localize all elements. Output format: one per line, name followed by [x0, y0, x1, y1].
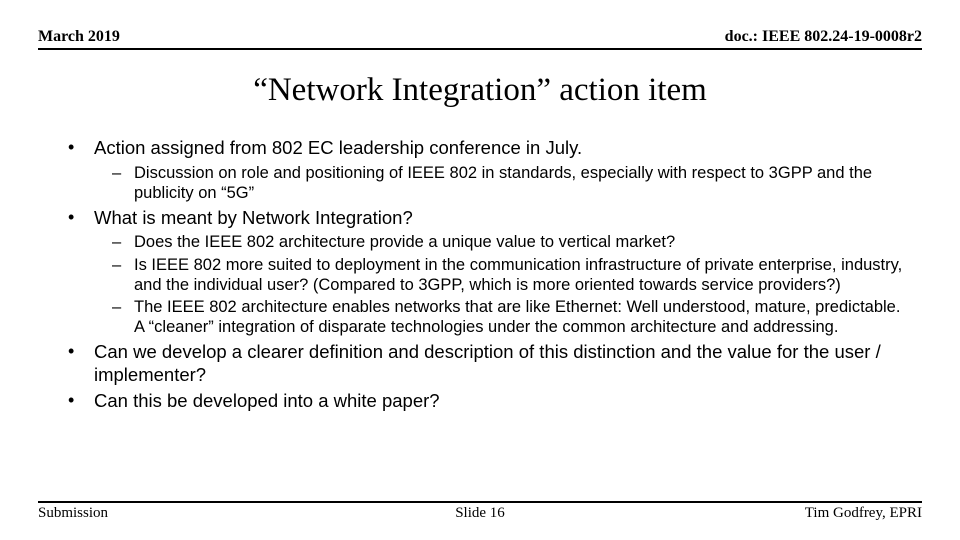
bullet-text: What is meant by Network Integration? [94, 207, 413, 228]
bullet-text: Can we develop a clearer definition and … [94, 341, 881, 385]
bullet-text: Action assigned from 802 EC leadership c… [94, 137, 582, 158]
header-bar: March 2019 doc.: IEEE 802.24-19-0008r2 [38, 28, 922, 50]
slide-title: “Network Integration” action item [38, 72, 922, 109]
footer-left: Submission [38, 505, 108, 522]
footer-author: Tim Godfrey, EPRI [805, 505, 922, 522]
bullet-item: What is meant by Network Integration? Do… [46, 207, 914, 337]
sub-bullet-list: Does the IEEE 802 architecture provide a… [94, 232, 914, 337]
sub-bullet-item: Is IEEE 802 more suited to deployment in… [94, 255, 914, 295]
sub-bullet-item: The IEEE 802 architecture enables networ… [94, 297, 914, 337]
bullet-item: Can this be developed into a white paper… [46, 390, 914, 413]
bullet-text: Can this be developed into a white paper… [94, 390, 440, 411]
slide: March 2019 doc.: IEEE 802.24-19-0008r2 “… [0, 0, 960, 540]
sub-bullet-item: Does the IEEE 802 architecture provide a… [94, 232, 914, 252]
bullet-item: Action assigned from 802 EC leadership c… [46, 137, 914, 203]
header-doc-id: doc.: IEEE 802.24-19-0008r2 [725, 28, 922, 46]
sub-bullet-list: Discussion on role and positioning of IE… [94, 163, 914, 203]
bullet-list: Action assigned from 802 EC leadership c… [46, 137, 914, 413]
footer-slide-number: Slide 16 [455, 505, 505, 522]
header-date: March 2019 [38, 28, 120, 46]
footer-bar: Submission Slide 16 Tim Godfrey, EPRI [38, 501, 922, 522]
sub-bullet-item: Discussion on role and positioning of IE… [94, 163, 914, 203]
bullet-item: Can we develop a clearer definition and … [46, 341, 914, 386]
body-content: Action assigned from 802 EC leadership c… [38, 137, 922, 413]
